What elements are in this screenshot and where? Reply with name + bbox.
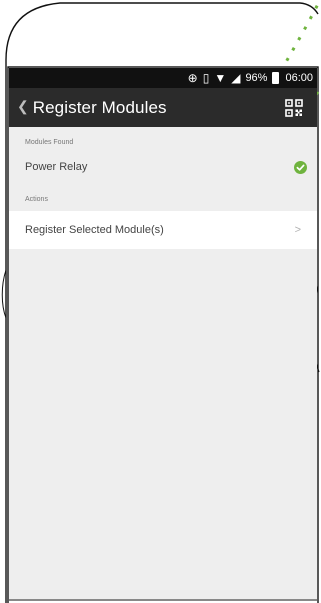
modules-found-header: Modules Found: [25, 139, 74, 146]
register-action-label: Register Selected Module(s): [25, 224, 164, 236]
page-title: Register Modules: [32, 97, 167, 117]
actions-header: Actions: [25, 196, 48, 203]
chevron-right-icon: >: [294, 224, 301, 236]
vibrate-icon: ▯: [202, 71, 210, 85]
back-chevron-icon[interactable]: ❮: [17, 98, 29, 115]
clock: 06:00: [285, 72, 313, 84]
signal-icon: ◢: [231, 71, 241, 85]
check-circle-icon: [293, 160, 307, 174]
module-item-power-relay[interactable]: Power Relay: [9, 152, 317, 182]
module-label: Power Relay: [25, 161, 88, 173]
location-icon: ⊕: [187, 71, 198, 85]
wifi-icon: ▼: [214, 71, 227, 85]
battery-icon: [272, 72, 280, 84]
app-bar: ❮ Register Modules: [9, 88, 317, 127]
register-modules-button[interactable]: Register Selected Module(s) >: [9, 211, 317, 249]
phone-screen: ⊕ ▯ ▼ ◢ 96% 06:00 ❮ Register Modules Mod…: [9, 68, 317, 599]
qr-scan-button[interactable]: [281, 95, 307, 121]
status-bar: ⊕ ▯ ▼ ◢ 96% 06:00: [9, 68, 317, 88]
qr-code-icon: [285, 98, 303, 117]
battery-percentage: 96%: [245, 72, 268, 84]
